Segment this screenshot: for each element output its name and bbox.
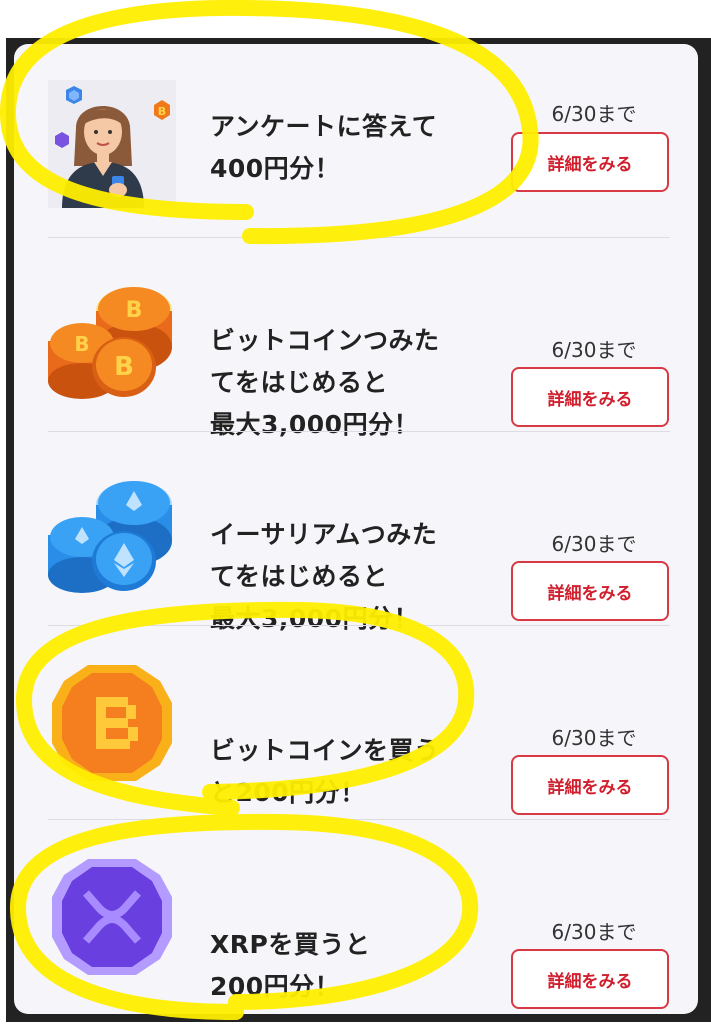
list-item[interactable]: B B B ビットコインつみた てをはじめると 最大3,000円分！ 6/30ま… [14, 238, 698, 439]
campaign-title: イーサリアムつみた てをはじめると 最大3,000円分！ [210, 520, 438, 633]
list-item[interactable]: B アンケートに答えて 400円分！ 6/30まで 詳細をみる [14, 44, 698, 238]
campaign-deadline: 6/30まで [551, 338, 637, 362]
details-button[interactable]: 詳細をみる [511, 755, 669, 815]
svg-text:B: B [74, 332, 89, 356]
campaign-deadline: 6/30まで [551, 726, 637, 750]
details-button[interactable]: 詳細をみる [511, 561, 669, 621]
bitcoin-coin-stack-icon: B B B [48, 271, 176, 399]
campaign-list: B アンケートに答えて 400円分！ 6/30まで 詳細をみる B B B ビッ… [14, 44, 698, 1014]
survey-woman-icon: B [48, 80, 176, 208]
campaign-deadline: 6/30まで [551, 532, 637, 556]
svg-text:B: B [114, 352, 134, 382]
details-button[interactable]: 詳細をみる [511, 132, 669, 192]
list-item[interactable]: ビットコインを買う と200円分！ 6/30まで 詳細をみる [14, 626, 698, 820]
campaign-title: XRPを買うと 200円分！ [210, 930, 371, 1001]
list-item[interactable]: イーサリアムつみた てをはじめると 最大3,000円分！ 6/30まで 詳細をみ… [14, 432, 698, 633]
ethereum-coin-stack-icon [48, 465, 176, 593]
campaign-title: ビットコインを買う と200円分！ [210, 736, 440, 807]
svg-text:B: B [126, 298, 143, 323]
details-button[interactable]: 詳細をみる [511, 949, 669, 1009]
campaign-title: ビットコインつみた てをはじめると 最大3,000円分！ [210, 326, 440, 439]
bitcoin-coin-icon [48, 659, 176, 787]
campaign-deadline: 6/30まで [551, 102, 637, 126]
xrp-coin-icon [48, 853, 176, 981]
details-button[interactable]: 詳細をみる [511, 367, 669, 427]
svg-text:B: B [158, 105, 166, 118]
campaign-title: アンケートに答えて 400円分！ [210, 112, 438, 183]
screenshot-stage: B アンケートに答えて 400円分！ 6/30まで 詳細をみる B B B ビッ… [0, 0, 711, 1024]
campaign-deadline: 6/30まで [551, 920, 637, 944]
list-item[interactable]: XRPを買うと 200円分！ 6/30まで 詳細をみる [14, 820, 698, 1014]
